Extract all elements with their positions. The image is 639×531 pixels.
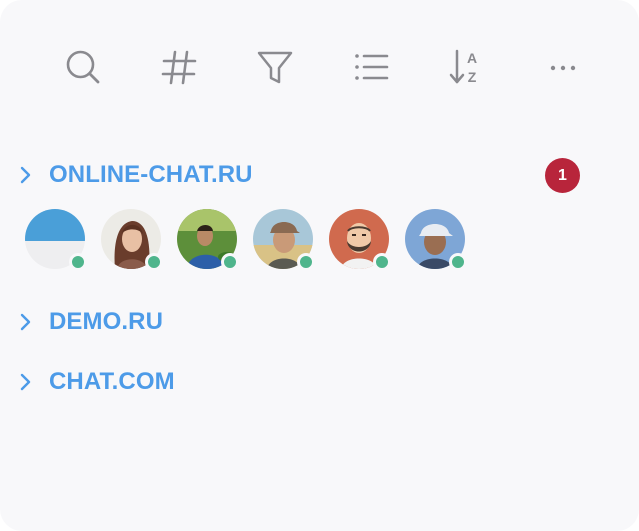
list-view-button[interactable]	[347, 44, 393, 90]
sort-button[interactable]: A Z	[443, 44, 489, 90]
filter-icon	[257, 51, 293, 84]
more-dots-icon	[550, 65, 576, 71]
hashtag-icon	[161, 50, 197, 85]
sort-letter-z: Z	[468, 69, 477, 85]
online-status-dot	[221, 253, 239, 271]
unread-count-badge: 1	[545, 158, 580, 193]
online-status-dot	[69, 253, 87, 271]
more-options-button[interactable]	[540, 44, 586, 90]
toolbar: A Z	[0, 44, 639, 90]
chevron-right-icon	[18, 312, 36, 332]
member-avatar[interactable]	[329, 209, 391, 271]
list-icon	[355, 54, 389, 80]
member-avatar[interactable]	[25, 209, 87, 271]
filter-button[interactable]	[252, 44, 298, 90]
member-avatar[interactable]	[177, 209, 239, 271]
member-avatar[interactable]	[253, 209, 315, 271]
member-avatar[interactable]	[101, 209, 163, 271]
chevron-right-icon	[18, 372, 36, 392]
hashtag-button[interactable]	[156, 44, 202, 90]
chat-sidebar-panel: A Z ONLINE-CHAT.RU 1 DEMO.RU CHAT.COM	[0, 0, 639, 531]
group-header-chat-com[interactable]: CHAT.COM	[18, 365, 598, 399]
online-status-dot	[373, 253, 391, 271]
chevron-right-icon	[18, 165, 36, 185]
search-button[interactable]	[60, 44, 106, 90]
sort-az-icon: A Z	[449, 49, 477, 85]
online-status-dot	[145, 253, 163, 271]
online-status-dot	[297, 253, 315, 271]
search-icon	[66, 50, 100, 84]
member-avatar[interactable]	[405, 209, 467, 271]
group-name: ONLINE-CHAT.RU	[49, 161, 253, 188]
group-header-online-chat-ru[interactable]: ONLINE-CHAT.RU	[18, 158, 598, 192]
group-name: DEMO.RU	[49, 308, 164, 335]
online-status-dot	[449, 253, 467, 271]
group-header-demo-ru[interactable]: DEMO.RU	[18, 305, 598, 339]
group-members	[25, 209, 505, 271]
group-name: CHAT.COM	[49, 368, 175, 395]
sort-letter-a: A	[467, 50, 477, 66]
